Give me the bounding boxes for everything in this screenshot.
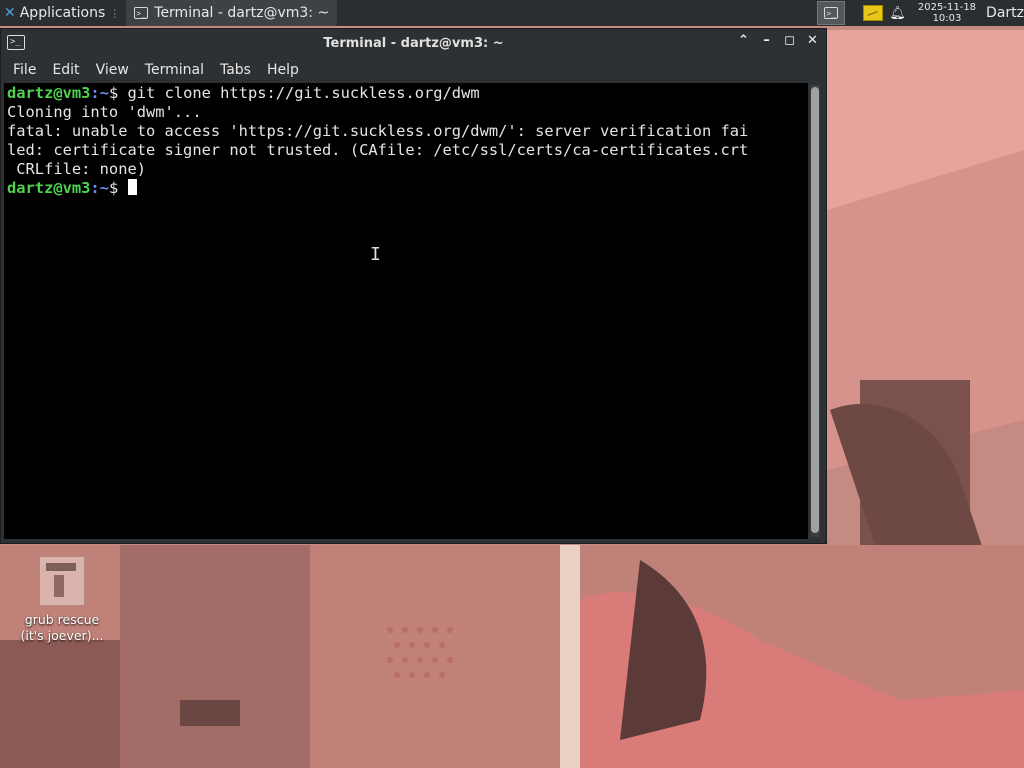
desktop-icon-label-line1: grub rescue [24,612,100,627]
terminal-icon: >_ [134,7,149,19]
shade-button[interactable]: ⌃ [736,33,751,48]
user-menu[interactable]: Dartz [986,5,1024,21]
terminal-icon: >_ [824,7,839,19]
menu-help[interactable]: Help [259,62,307,78]
output-line: CRLfile: none) [7,160,146,178]
taskbar-terminal-button[interactable]: >_ Terminal - dartz@vm3: ~ [126,0,338,26]
scrollbar[interactable] [810,85,820,537]
menu-file[interactable]: File [5,62,44,78]
menu-bar: File Edit View Terminal Tabs Help [1,57,826,83]
window-titlebar[interactable]: >_ Terminal - dartz@vm3: ~ ⌃ – ◻ ✕ [1,29,826,57]
desktop-file-icon[interactable]: grub rescue (it's joever)... [14,556,110,644]
terminal-window: >_ Terminal - dartz@vm3: ~ ⌃ – ◻ ✕ File … [0,28,827,544]
prompt-symbol: $ [108,179,128,197]
panel-tray: >_ 🔔︎ 2025-11-18 10:03 Dartz [817,0,1024,26]
clock[interactable]: 2025-11-18 10:03 [918,2,976,24]
xfce-logo-icon: ✕ [4,5,16,21]
close-button[interactable]: ✕ [805,33,820,48]
prompt-dir: :~ [90,84,109,102]
menu-tabs[interactable]: Tabs [212,62,259,78]
prompt-user: dartz@vm3 [7,84,91,102]
desktop-icon-label-line2: (it's joever)... [20,628,104,643]
command-line: dartz@vm3:~$ git clone https://git.suckl… [7,84,808,103]
output-line: fatal: unable to access 'https://git.suc… [7,122,749,140]
minimize-button[interactable]: – [759,33,774,48]
prompt-user: dartz@vm3 [7,179,91,197]
image-thumbnail-icon [39,556,85,606]
clock-date: 2025-11-18 [917,2,977,13]
text-cursor [127,179,137,195]
command-text: git clone https://git.suckless.org/dwm [127,84,480,102]
menu-edit[interactable]: Edit [44,62,87,78]
menu-terminal[interactable]: Terminal [137,62,212,78]
applications-label: Applications [19,5,106,21]
prompt-line: dartz@vm3:~$ [7,179,808,198]
output-line: led: certificate signer not trusted. (CA… [7,141,749,159]
taskbar-terminal-label: Terminal - dartz@vm3: ~ [154,5,330,21]
window-title: Terminal - dartz@vm3: ~ [323,35,504,51]
clock-time: 10:03 [932,13,962,24]
prompt-dir: :~ [90,179,109,197]
maximize-button[interactable]: ◻ [782,33,797,48]
notification-bell-icon[interactable]: 🔔︎ [889,6,906,21]
terminal-output[interactable]: dartz@vm3:~$ git clone https://git.suckl… [4,83,808,539]
prompt-symbol: $ [108,84,128,102]
notes-icon[interactable] [863,5,884,21]
menu-view[interactable]: View [88,62,137,78]
applications-menu[interactable]: ✕ Applications ⋮ [0,0,126,26]
scroll-thumb[interactable] [811,87,819,533]
terminal-icon: >_ [7,35,25,50]
tray-terminal-launcher[interactable]: >_ [817,1,846,25]
menu-dots-icon: ⋮ [109,6,121,20]
window-controls: ⌃ – ◻ ✕ [736,33,820,48]
ibeam-cursor-icon: I [370,244,381,265]
output-line: Cloning into 'dwm'... [7,103,202,121]
top-panel: ✕ Applications ⋮ >_ Terminal - dartz@vm3… [0,0,1024,26]
